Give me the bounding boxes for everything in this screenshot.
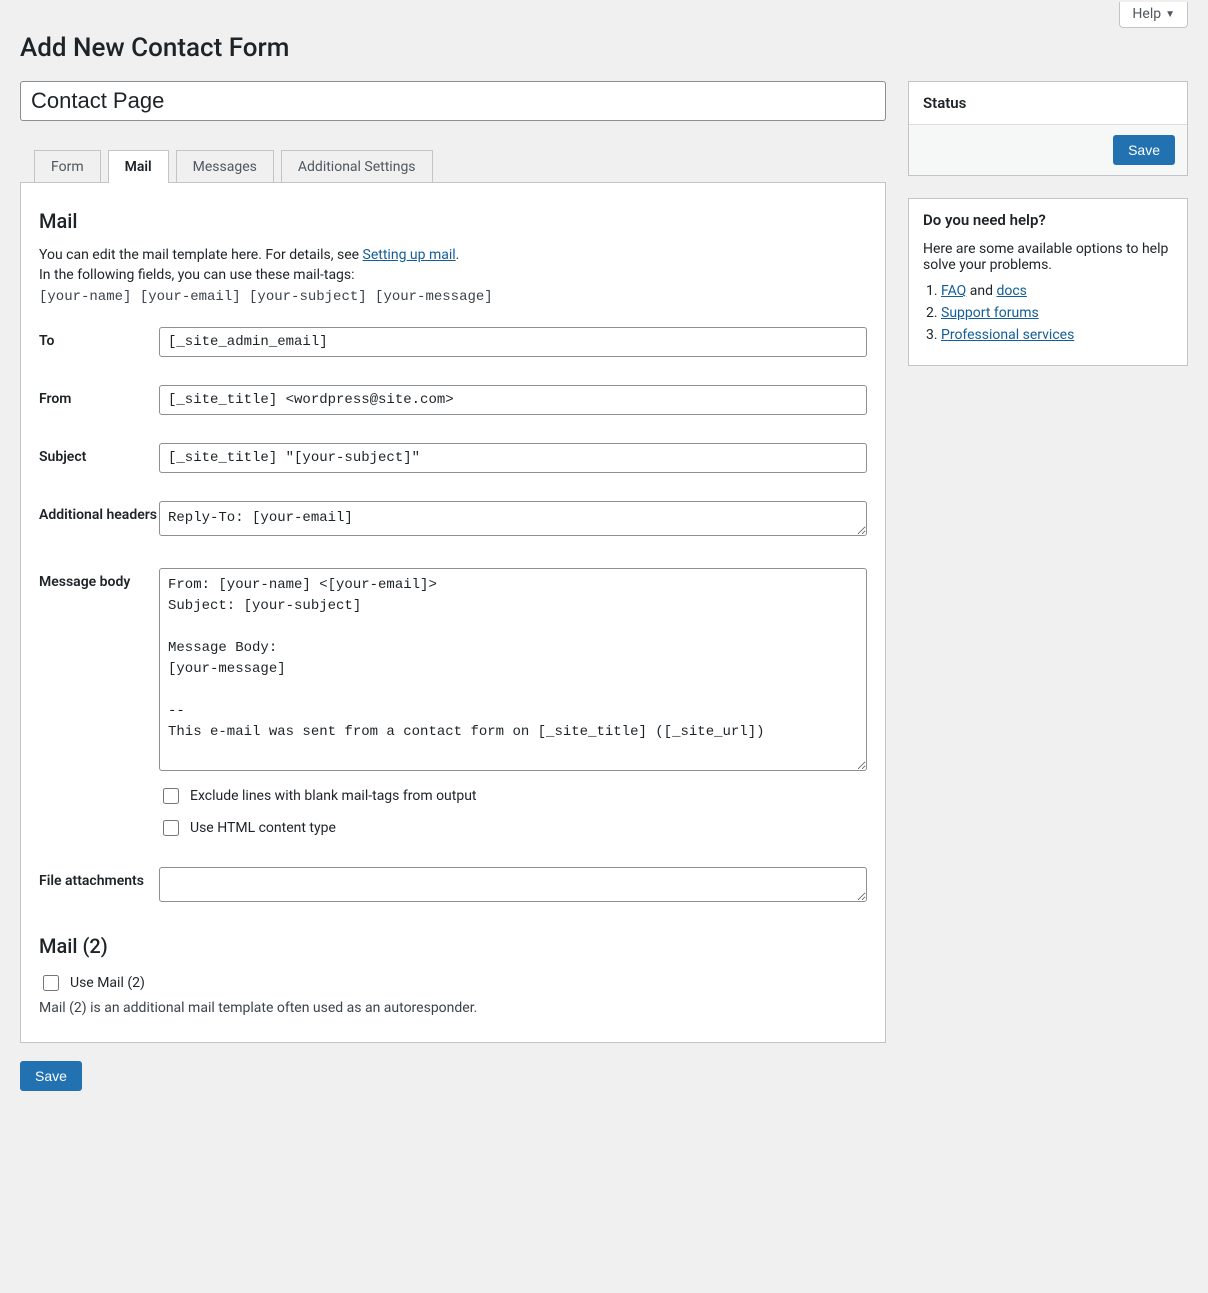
- status-box: Status Save: [908, 81, 1188, 176]
- professional-services-link[interactable]: Professional services: [941, 327, 1074, 343]
- tab-additional-settings[interactable]: Additional Settings: [281, 150, 433, 183]
- exclude-blank-checkbox[interactable]: [163, 788, 179, 804]
- mail2-heading: Mail (2): [39, 934, 867, 958]
- body-input[interactable]: [159, 568, 867, 771]
- label-headers: Additional headers: [39, 501, 159, 525]
- help-item-pro: Professional services: [941, 327, 1173, 343]
- html-content-label: Use HTML content type: [190, 820, 336, 836]
- page-title: Add New Contact Form: [20, 33, 1188, 63]
- help-label: Help: [1132, 6, 1161, 22]
- label-from: From: [39, 385, 159, 409]
- attachments-input[interactable]: [159, 867, 867, 902]
- and-text: and: [966, 283, 996, 299]
- help-tab[interactable]: Help ▼: [1119, 2, 1188, 28]
- support-forums-link[interactable]: Support forums: [941, 305, 1039, 321]
- from-input[interactable]: [159, 385, 867, 415]
- mail-panel: Mail You can edit the mail template here…: [20, 182, 886, 1043]
- label-body: Message body: [39, 568, 159, 592]
- mail-intro-pre: You can edit the mail template here. For…: [39, 247, 363, 263]
- status-title: Status: [909, 82, 1187, 124]
- docs-link[interactable]: docs: [996, 283, 1026, 299]
- help-item-faq-docs: FAQ and docs: [941, 283, 1173, 299]
- form-title-input[interactable]: [20, 81, 886, 121]
- label-subject: Subject: [39, 443, 159, 467]
- mail2-note: Mail (2) is an additional mail template …: [39, 1000, 867, 1016]
- mail-intro-post: .: [456, 247, 460, 263]
- mail-tags-list: [your-name] [your-email] [your-subject] …: [39, 289, 867, 305]
- save-button-sidebar[interactable]: Save: [1113, 135, 1175, 165]
- tab-mail[interactable]: Mail: [108, 150, 169, 183]
- mail-intro-line1: You can edit the mail template here. For…: [39, 247, 867, 263]
- label-attachments: File attachments: [39, 867, 159, 891]
- label-to: To: [39, 327, 159, 351]
- help-box-title: Do you need help?: [909, 199, 1187, 241]
- save-button-bottom[interactable]: Save: [20, 1061, 82, 1091]
- chevron-down-icon: ▼: [1165, 9, 1175, 20]
- to-input[interactable]: [159, 327, 867, 357]
- tab-form[interactable]: Form: [34, 150, 101, 183]
- use-mail2-checkbox[interactable]: [43, 975, 59, 991]
- help-item-support: Support forums: [941, 305, 1173, 321]
- use-mail2-label: Use Mail (2): [70, 975, 145, 991]
- mail-intro-line2: In the following fields, you can use the…: [39, 267, 867, 283]
- headers-input[interactable]: [159, 501, 867, 536]
- mail-heading: Mail: [39, 209, 867, 233]
- faq-link[interactable]: FAQ: [941, 283, 966, 299]
- subject-input[interactable]: [159, 443, 867, 473]
- help-intro: Here are some available options to help …: [923, 241, 1173, 273]
- exclude-blank-label: Exclude lines with blank mail-tags from …: [190, 788, 477, 804]
- help-box: Do you need help? Here are some availabl…: [908, 198, 1188, 366]
- tab-messages[interactable]: Messages: [176, 150, 274, 183]
- setting-up-mail-link[interactable]: Setting up mail: [363, 247, 456, 263]
- html-content-checkbox[interactable]: [163, 820, 179, 836]
